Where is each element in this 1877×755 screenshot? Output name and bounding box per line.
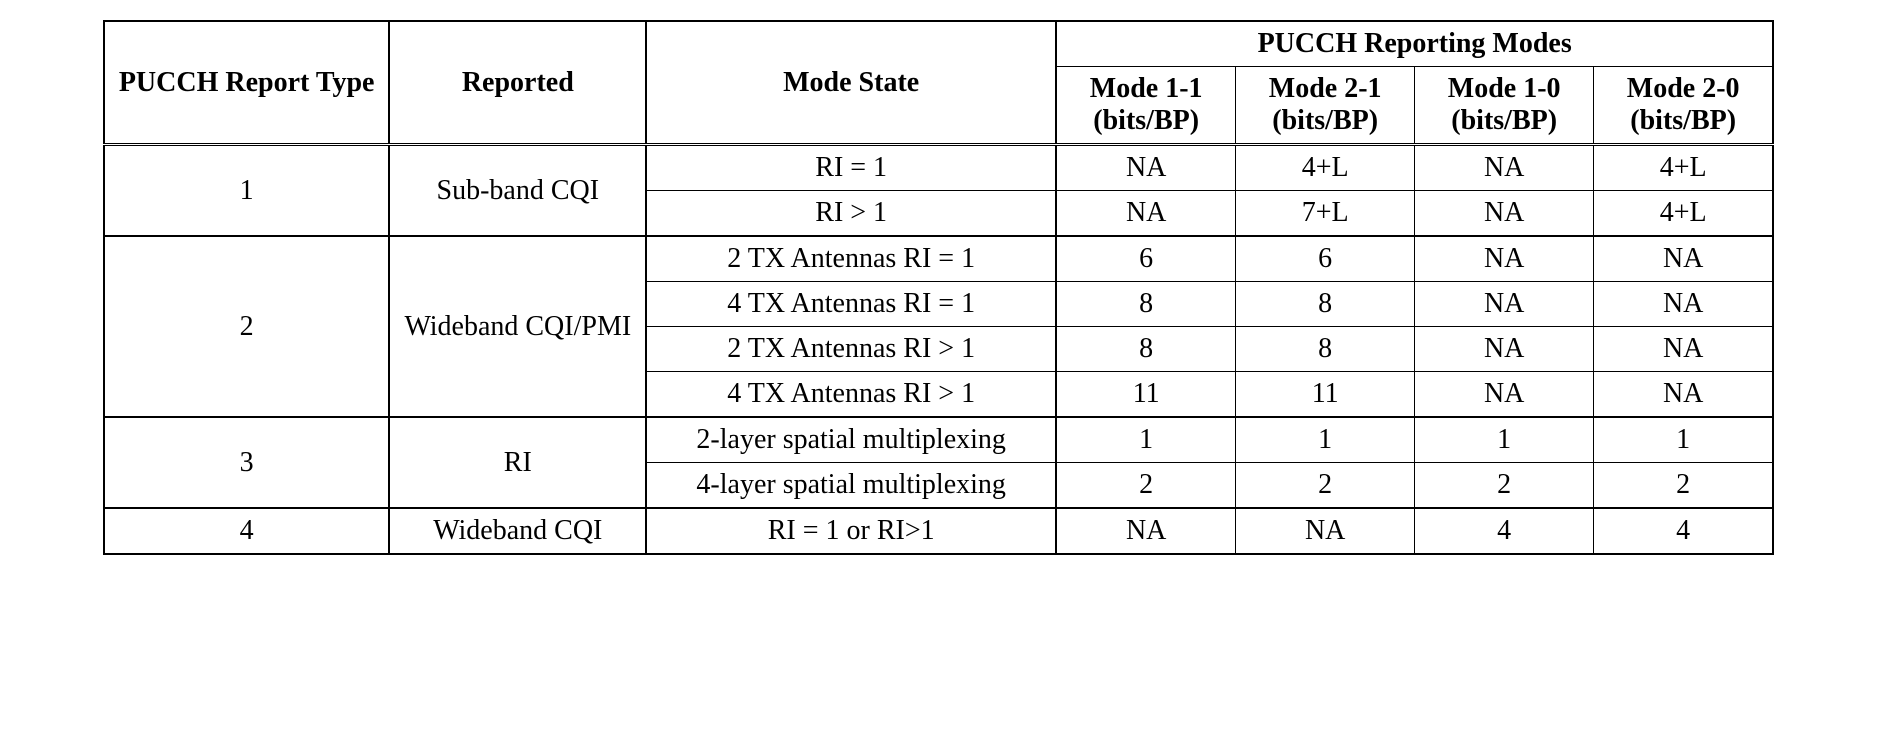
cell-m10: NA: [1415, 372, 1594, 418]
table-row: 1Sub-band CQIRI = 1NA4+LNA4+L: [104, 145, 1773, 191]
cell-m21: 7+L: [1236, 191, 1415, 237]
cell-state: RI = 1 or RI>1: [646, 508, 1056, 554]
cell-reported: RI: [389, 417, 646, 508]
hdr-reported: Reported: [389, 21, 646, 145]
cell-reported: Sub-band CQI: [389, 145, 646, 237]
cell-m20: NA: [1594, 327, 1774, 372]
cell-m21: 6: [1236, 236, 1415, 282]
hdr-mode-2-0-a: Mode 2-0: [1608, 73, 1758, 105]
cell-state: 2 TX Antennas RI > 1: [646, 327, 1056, 372]
cell-state: 4 TX Antennas RI = 1: [646, 282, 1056, 327]
cell-type: 2: [104, 236, 390, 417]
pucch-table: PUCCH Report Type Reported Mode State PU…: [103, 20, 1774, 555]
cell-m10: 4: [1415, 508, 1594, 554]
cell-state: 4 TX Antennas RI > 1: [646, 372, 1056, 418]
cell-m10: NA: [1415, 327, 1594, 372]
hdr-mode-1-1-a: Mode 1-1: [1071, 73, 1221, 105]
table-row: 3RI2-layer spatial multiplexing1111: [104, 417, 1773, 463]
cell-m21: NA: [1236, 508, 1415, 554]
hdr-mode-1-0-b: (bits/BP): [1429, 105, 1579, 137]
hdr-mode-1-1-b: (bits/BP): [1071, 105, 1221, 137]
hdr-mode-2-1-b: (bits/BP): [1250, 105, 1400, 137]
cell-m11: NA: [1056, 191, 1236, 237]
hdr-state: Mode State: [646, 21, 1056, 145]
cell-m10: 2: [1415, 463, 1594, 509]
cell-state: 4-layer spatial multiplexing: [646, 463, 1056, 509]
cell-m20: 1: [1594, 417, 1774, 463]
cell-m20: NA: [1594, 372, 1774, 418]
hdr-mode-2-1-a: Mode 2-1: [1250, 73, 1400, 105]
hdr-mode-1-0-a: Mode 1-0: [1429, 73, 1579, 105]
cell-m10: NA: [1415, 236, 1594, 282]
cell-m20: NA: [1594, 282, 1774, 327]
cell-m21: 1: [1236, 417, 1415, 463]
hdr-mode-1-1: Mode 1-1 (bits/BP): [1056, 67, 1236, 145]
cell-state: 2 TX Antennas RI = 1: [646, 236, 1056, 282]
table-row: 4Wideband CQIRI = 1 or RI>1NANA44: [104, 508, 1773, 554]
cell-state: RI = 1: [646, 145, 1056, 191]
cell-m21: 2: [1236, 463, 1415, 509]
cell-state: 2-layer spatial multiplexing: [646, 417, 1056, 463]
cell-m11: NA: [1056, 145, 1236, 191]
cell-type: 4: [104, 508, 390, 554]
cell-m21: 4+L: [1236, 145, 1415, 191]
cell-m20: 4+L: [1594, 191, 1774, 237]
cell-reported: Wideband CQI/PMI: [389, 236, 646, 417]
hdr-mode-2-0-b: (bits/BP): [1608, 105, 1758, 137]
hdr-mode-1-0: Mode 1-0 (bits/BP): [1415, 67, 1594, 145]
table-body: 1Sub-band CQIRI = 1NA4+LNA4+LRI > 1NA7+L…: [104, 145, 1773, 555]
cell-m20: 4: [1594, 508, 1774, 554]
cell-m21: 8: [1236, 327, 1415, 372]
cell-m11: 8: [1056, 327, 1236, 372]
cell-type: 3: [104, 417, 390, 508]
cell-type: 1: [104, 145, 390, 237]
hdr-modes-group: PUCCH Reporting Modes: [1056, 21, 1773, 67]
hdr-type: PUCCH Report Type: [104, 21, 390, 145]
cell-m11: NA: [1056, 508, 1236, 554]
cell-m21: 8: [1236, 282, 1415, 327]
cell-m10: NA: [1415, 282, 1594, 327]
hdr-mode-2-0: Mode 2-0 (bits/BP): [1594, 67, 1774, 145]
cell-m11: 11: [1056, 372, 1236, 418]
cell-reported: Wideband CQI: [389, 508, 646, 554]
hdr-mode-2-1: Mode 2-1 (bits/BP): [1236, 67, 1415, 145]
cell-m11: 1: [1056, 417, 1236, 463]
cell-m10: 1: [1415, 417, 1594, 463]
cell-m11: 8: [1056, 282, 1236, 327]
cell-m11: 6: [1056, 236, 1236, 282]
cell-m20: 2: [1594, 463, 1774, 509]
table-row: 2Wideband CQI/PMI2 TX Antennas RI = 166N…: [104, 236, 1773, 282]
cell-m11: 2: [1056, 463, 1236, 509]
cell-m10: NA: [1415, 191, 1594, 237]
cell-m20: NA: [1594, 236, 1774, 282]
cell-state: RI > 1: [646, 191, 1056, 237]
cell-m21: 11: [1236, 372, 1415, 418]
cell-m20: 4+L: [1594, 145, 1774, 191]
cell-m10: NA: [1415, 145, 1594, 191]
